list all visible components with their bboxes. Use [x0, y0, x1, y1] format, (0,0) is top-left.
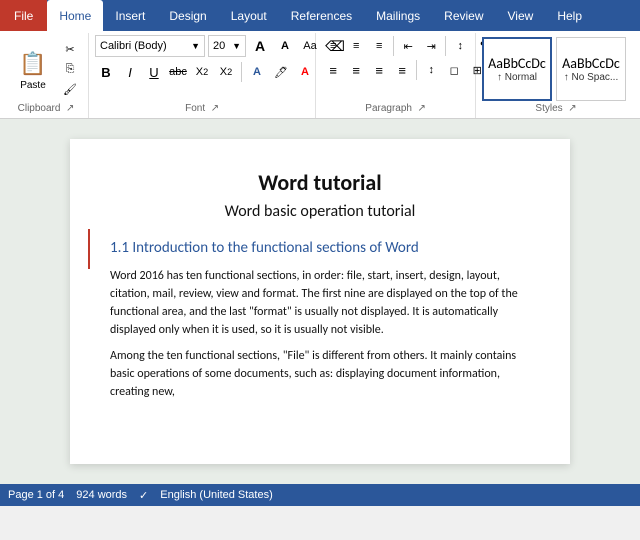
- clipboard-side: ✂ ⎘ 🖌: [58, 35, 82, 103]
- spell-check-icon: ✓: [139, 489, 148, 502]
- tab-design[interactable]: Design: [157, 0, 218, 31]
- decrease-indent-button[interactable]: ⇤: [397, 35, 419, 57]
- paste-icon: 📋: [19, 48, 47, 80]
- document-page[interactable]: Word tutorial Word basic operation tutor…: [70, 139, 570, 464]
- format-painter-button[interactable]: 🖌: [58, 80, 82, 98]
- underline-button[interactable]: U: [143, 61, 165, 83]
- justify-button[interactable]: ≡: [391, 59, 413, 81]
- document-area: Word tutorial Word basic operation tutor…: [0, 119, 640, 484]
- paste-label: Paste: [20, 80, 46, 91]
- tab-file[interactable]: File: [0, 0, 47, 31]
- tab-references[interactable]: References: [279, 0, 364, 31]
- italic-button[interactable]: I: [119, 61, 141, 83]
- bold-button[interactable]: B: [95, 61, 117, 83]
- superscript-button[interactable]: X2: [215, 61, 237, 83]
- font-size-chevron: ▼: [232, 41, 241, 51]
- para-content: ≡ ≡ ≡ ⇤ ⇥ ↕ ¶ ≡ ≡ ≡ ≡ ↕ ◻ ⊞: [322, 35, 469, 103]
- align-right-button[interactable]: ≡: [368, 59, 390, 81]
- center-button[interactable]: ≡: [345, 59, 367, 81]
- font-size-value: 20: [213, 40, 225, 52]
- shading-button[interactable]: ◻: [443, 59, 465, 81]
- status-bar: Page 1 of 4 924 words ✓ English (United …: [0, 484, 640, 506]
- font-format-row: B I U abc X2 X2 A 🖊 A: [95, 61, 316, 83]
- para-row-1: ≡ ≡ ≡ ⇤ ⇥ ↕ ¶: [322, 35, 494, 57]
- word-count: 924 words: [76, 489, 127, 501]
- section-heading: 1.1 Introduction to the functional secti…: [110, 239, 530, 257]
- styles-content: AaBbCcDc ↑ Normal AaBbCcDc ↑ No Spac...: [482, 35, 630, 103]
- sep3: [445, 36, 446, 56]
- paste-button[interactable]: 📋 Paste: [10, 35, 56, 103]
- tab-view[interactable]: View: [496, 0, 546, 31]
- page-info: Page 1 of 4: [8, 489, 64, 501]
- tab-insert[interactable]: Insert: [103, 0, 157, 31]
- copy-button[interactable]: ⎘: [58, 60, 82, 78]
- group-paragraph: ≡ ≡ ≡ ⇤ ⇥ ↕ ¶ ≡ ≡ ≡ ≡ ↕ ◻ ⊞ Paragraph: [316, 33, 476, 118]
- font-name-chevron: ▼: [191, 41, 200, 51]
- font-content: Calibri (Body) ▼ 20 ▼ A A Aa ⌫ B I U abc…: [95, 35, 309, 103]
- font-name-value: Calibri (Body): [100, 40, 167, 52]
- tab-home[interactable]: Home: [47, 0, 103, 31]
- font-color-button[interactable]: A: [294, 61, 316, 83]
- group-clipboard: 📋 Paste ✂ ⎘ 🖌 Clipboard ↗: [4, 33, 89, 118]
- bullets-button[interactable]: ≡: [322, 35, 344, 57]
- tab-mailings[interactable]: Mailings: [364, 0, 432, 31]
- paragraph-label: Paragraph ↗: [322, 103, 469, 116]
- sort-button[interactable]: ↕: [449, 35, 471, 57]
- text-cursor: [88, 229, 90, 269]
- subscript-button[interactable]: X2: [191, 61, 213, 83]
- tab-help[interactable]: Help: [545, 0, 594, 31]
- strikethrough-button[interactable]: abc: [167, 61, 189, 83]
- doc-paragraph-2: Among the ten functional sections, "File…: [110, 347, 530, 401]
- increase-indent-button[interactable]: ⇥: [420, 35, 442, 57]
- sep4: [416, 60, 417, 80]
- doc-title: Word tutorial: [110, 169, 530, 196]
- style-normal-preview: AaBbCcDc: [488, 55, 546, 72]
- language: English (United States): [160, 489, 273, 501]
- style-normal-label: ↑ Normal: [497, 72, 537, 83]
- font-grow-button[interactable]: A: [249, 35, 271, 57]
- highlight-button[interactable]: 🖊: [270, 61, 292, 83]
- font-label: Font ↗: [95, 103, 309, 116]
- style-nospace-label: ↑ No Spac...: [564, 72, 618, 83]
- sep2: [393, 36, 394, 56]
- text-effects-button[interactable]: A: [246, 61, 268, 83]
- clipboard-content: 📋 Paste ✂ ⎘ 🖌: [10, 35, 82, 103]
- doc-paragraph-1: Word 2016 has ten functional sections, i…: [110, 267, 530, 339]
- font-name-selector[interactable]: Calibri (Body) ▼: [95, 35, 205, 57]
- line-spacing-button[interactable]: ↕: [420, 59, 442, 81]
- multilevel-button[interactable]: ≡: [368, 35, 390, 57]
- group-font: Calibri (Body) ▼ 20 ▼ A A Aa ⌫ B I U abc…: [89, 33, 316, 118]
- separator: [241, 62, 242, 82]
- style-nospace-preview: AaBbCcDc: [562, 55, 620, 72]
- clipboard-label: Clipboard ↗: [10, 103, 82, 116]
- font-shrink-button[interactable]: A: [274, 35, 296, 57]
- tab-review[interactable]: Review: [432, 0, 495, 31]
- group-styles: AaBbCcDc ↑ Normal AaBbCcDc ↑ No Spac... …: [476, 33, 636, 118]
- style-normal[interactable]: AaBbCcDc ↑ Normal: [482, 37, 552, 101]
- ribbon-body: 📋 Paste ✂ ⎘ 🖌 Clipboard ↗ Calibri (Body)…: [0, 31, 640, 119]
- doc-subtitle: Word basic operation tutorial: [110, 202, 530, 221]
- para-row-2: ≡ ≡ ≡ ≡ ↕ ◻ ⊞: [322, 59, 488, 81]
- font-top-row: Calibri (Body) ▼ 20 ▼ A A Aa ⌫: [95, 35, 346, 57]
- style-no-spacing[interactable]: AaBbCcDc ↑ No Spac...: [556, 37, 626, 101]
- styles-label: Styles ↗: [482, 103, 630, 116]
- cut-button[interactable]: ✂: [58, 40, 82, 58]
- ribbon-tabs: File Home Insert Design Layout Reference…: [0, 0, 640, 31]
- numbering-button[interactable]: ≡: [345, 35, 367, 57]
- align-left-button[interactable]: ≡: [322, 59, 344, 81]
- font-size-selector[interactable]: 20 ▼: [208, 35, 246, 57]
- tab-layout[interactable]: Layout: [219, 0, 279, 31]
